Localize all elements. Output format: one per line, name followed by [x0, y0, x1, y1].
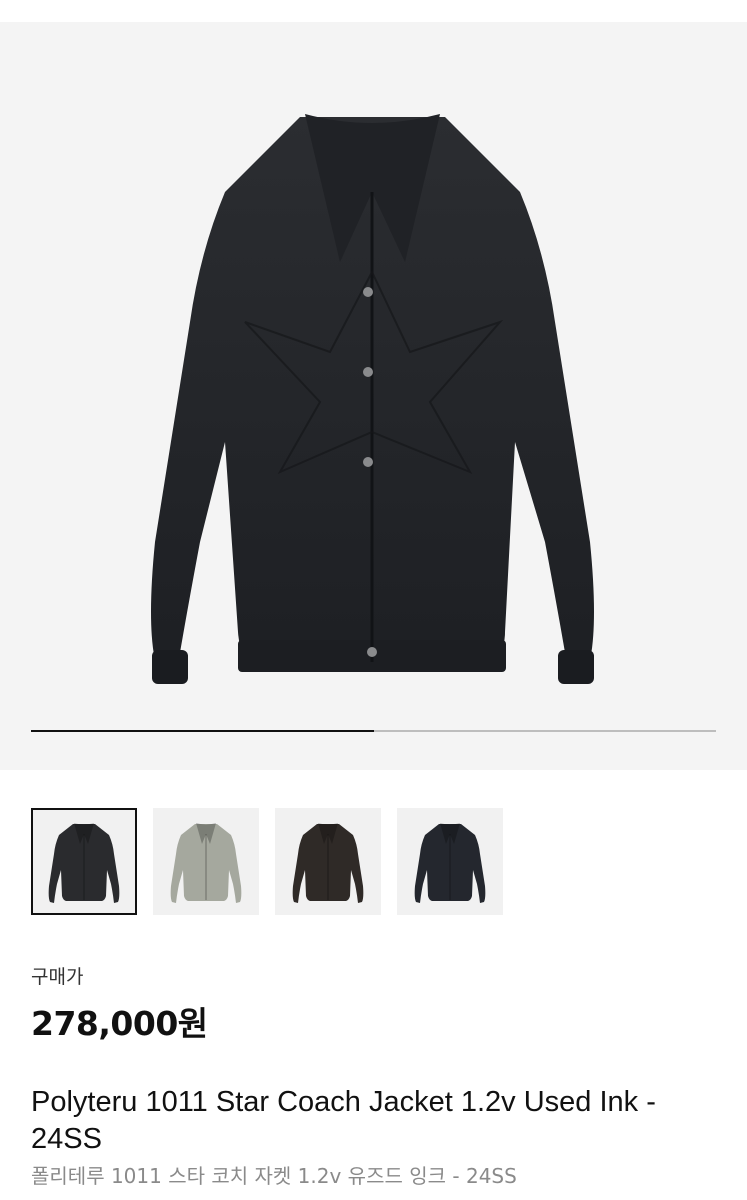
- dark-brown-jacket-thumbnail-icon: [292, 823, 364, 903]
- product-image[interactable]: [0, 22, 747, 770]
- product-subtitle: 폴리테루 1011 스타 코치 자켓 1.2v 유즈드 잉크 - 24SS: [31, 1164, 517, 1188]
- black-jacket-thumbnail-icon: [48, 823, 120, 903]
- thumbnail-1[interactable]: [31, 808, 137, 915]
- gallery-progress-fill: [31, 730, 374, 732]
- price-label: 구매가: [31, 966, 84, 988]
- thumbnail-4[interactable]: [397, 808, 503, 915]
- black-coach-jacket-icon: [151, 114, 594, 684]
- gallery-progress-bar: [31, 730, 716, 732]
- thumbnail-list: [31, 808, 503, 915]
- khaki-jacket-thumbnail-icon: [170, 823, 242, 903]
- product-title: Polyteru 1011 Star Coach Jacket 1.2v Use…: [31, 1086, 656, 1155]
- thumbnail-3[interactable]: [275, 808, 381, 915]
- navy-jacket-thumbnail-icon: [414, 823, 486, 903]
- price: 278,000원: [31, 1004, 208, 1043]
- thumbnail-2[interactable]: [153, 808, 259, 915]
